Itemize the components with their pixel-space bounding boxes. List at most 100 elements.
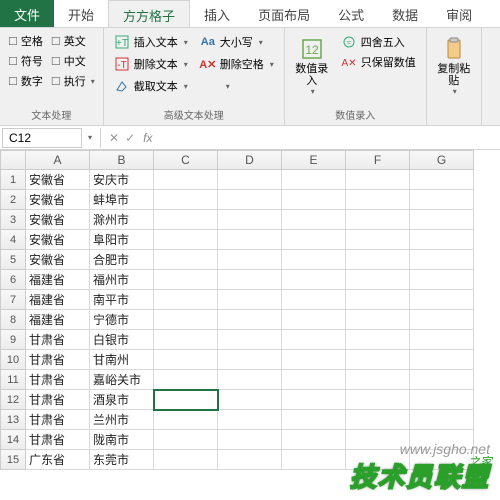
cell-E8[interactable] — [282, 310, 346, 330]
cell-A14[interactable]: 甘肃省 — [26, 430, 90, 450]
formula-bar[interactable] — [156, 136, 500, 140]
tab-4[interactable]: 页面布局 — [244, 0, 324, 27]
cell-A1[interactable]: 安徽省 — [26, 170, 90, 190]
cell-C6[interactable] — [154, 270, 218, 290]
row-header[interactable]: 13 — [0, 410, 26, 430]
cell-C1[interactable] — [154, 170, 218, 190]
cell-E2[interactable] — [282, 190, 346, 210]
tab-0[interactable]: 文件 — [0, 0, 54, 27]
cell-D10[interactable] — [218, 350, 282, 370]
cell-C9[interactable] — [154, 330, 218, 350]
cell-A6[interactable]: 福建省 — [26, 270, 90, 290]
cell-F7[interactable] — [346, 290, 410, 310]
cell-C2[interactable] — [154, 190, 218, 210]
row-header[interactable]: 12 — [0, 390, 26, 410]
tab-1[interactable]: 开始 — [54, 0, 108, 27]
cell-C5[interactable] — [154, 250, 218, 270]
cell-D1[interactable] — [218, 170, 282, 190]
cell-E1[interactable] — [282, 170, 346, 190]
cell-A9[interactable]: 甘肃省 — [26, 330, 90, 350]
cell-A8[interactable]: 福建省 — [26, 310, 90, 330]
cell-E10[interactable] — [282, 350, 346, 370]
text-action-button[interactable]: +T插入文本▾ — [110, 32, 192, 52]
cell-D6[interactable] — [218, 270, 282, 290]
checkbox-执行[interactable]: 执行 ▾ — [49, 72, 97, 90]
accept-icon[interactable]: ✓ — [125, 131, 135, 145]
cell-F3[interactable] — [346, 210, 410, 230]
name-box-dropdown[interactable]: ▾ — [84, 133, 96, 142]
cell-B4[interactable]: 阜阳市 — [90, 230, 154, 250]
row-header[interactable]: 5 — [0, 250, 26, 270]
cell-F12[interactable] — [346, 390, 410, 410]
checkbox-中文[interactable]: 中文 — [49, 52, 97, 70]
column-header-A[interactable]: A — [26, 150, 90, 170]
cell-E11[interactable] — [282, 370, 346, 390]
cell-E7[interactable] — [282, 290, 346, 310]
cell-E14[interactable] — [282, 430, 346, 450]
column-header-B[interactable]: B — [90, 150, 154, 170]
cell-D4[interactable] — [218, 230, 282, 250]
row-header[interactable]: 14 — [0, 430, 26, 450]
cell-E4[interactable] — [282, 230, 346, 250]
cell-D2[interactable] — [218, 190, 282, 210]
tab-3[interactable]: 插入 — [190, 0, 244, 27]
row-header[interactable]: 15 — [0, 450, 26, 470]
cell-B8[interactable]: 宁德市 — [90, 310, 154, 330]
cell-F9[interactable] — [346, 330, 410, 350]
cell-G4[interactable] — [410, 230, 474, 250]
cell-F8[interactable] — [346, 310, 410, 330]
cell-F6[interactable] — [346, 270, 410, 290]
number-entry-button[interactable]: 12 数值录 入 ▾ — [291, 32, 333, 100]
cell-G14[interactable] — [410, 430, 474, 450]
cell-C14[interactable] — [154, 430, 218, 450]
cell-D7[interactable] — [218, 290, 282, 310]
text-option-button[interactable]: A✕删除空格▾ — [196, 54, 278, 74]
column-header-E[interactable]: E — [282, 150, 346, 170]
cell-E12[interactable] — [282, 390, 346, 410]
cell-G9[interactable] — [410, 330, 474, 350]
cell-C4[interactable] — [154, 230, 218, 250]
column-header-C[interactable]: C — [154, 150, 218, 170]
cell-A4[interactable]: 安徽省 — [26, 230, 90, 250]
cell-B6[interactable]: 福州市 — [90, 270, 154, 290]
row-header[interactable]: 3 — [0, 210, 26, 230]
cell-G6[interactable] — [410, 270, 474, 290]
cell-G11[interactable] — [410, 370, 474, 390]
cell-E3[interactable] — [282, 210, 346, 230]
cell-A15[interactable]: 广东省 — [26, 450, 90, 470]
cell-C8[interactable] — [154, 310, 218, 330]
row-header[interactable]: 11 — [0, 370, 26, 390]
cell-D5[interactable] — [218, 250, 282, 270]
cell-G13[interactable] — [410, 410, 474, 430]
cell-C7[interactable] — [154, 290, 218, 310]
cell-E6[interactable] — [282, 270, 346, 290]
cell-C3[interactable] — [154, 210, 218, 230]
cell-G8[interactable] — [410, 310, 474, 330]
cell-D11[interactable] — [218, 370, 282, 390]
fx-label[interactable]: fx — [139, 131, 156, 145]
cell-F1[interactable] — [346, 170, 410, 190]
cell-A2[interactable]: 安徽省 — [26, 190, 90, 210]
cell-B14[interactable]: 陇南市 — [90, 430, 154, 450]
cell-D9[interactable] — [218, 330, 282, 350]
cell-A7[interactable]: 福建省 — [26, 290, 90, 310]
text-option-button[interactable]: Aa大小写▾ — [196, 32, 278, 52]
copy-paste-button[interactable]: 复制粘 贴 ▾ — [433, 32, 475, 100]
cell-G7[interactable] — [410, 290, 474, 310]
cell-A12[interactable]: 甘肃省 — [26, 390, 90, 410]
row-header[interactable]: 1 — [0, 170, 26, 190]
checkbox-英文[interactable]: 英文 — [49, 32, 97, 50]
cell-A3[interactable]: 安徽省 — [26, 210, 90, 230]
column-header-G[interactable]: G — [410, 150, 474, 170]
name-box[interactable] — [2, 128, 82, 148]
cell-C13[interactable] — [154, 410, 218, 430]
cell-C10[interactable] — [154, 350, 218, 370]
row-header[interactable]: 7 — [0, 290, 26, 310]
text-option-button[interactable]: ▾ — [196, 76, 278, 96]
cell-F13[interactable] — [346, 410, 410, 430]
cell-G15[interactable] — [410, 450, 474, 470]
cell-E13[interactable] — [282, 410, 346, 430]
cell-G5[interactable] — [410, 250, 474, 270]
cell-B9[interactable]: 白银市 — [90, 330, 154, 350]
cell-B12[interactable]: 酒泉市 — [90, 390, 154, 410]
